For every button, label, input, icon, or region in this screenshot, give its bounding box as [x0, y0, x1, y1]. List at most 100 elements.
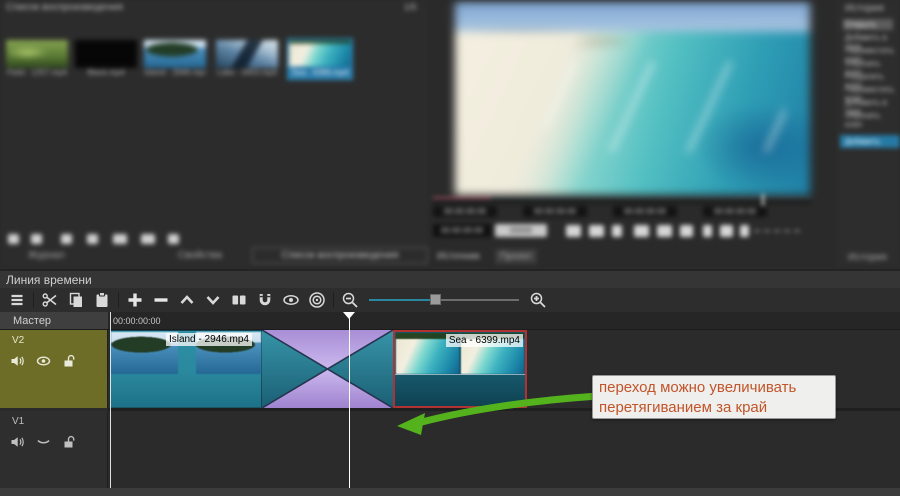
tab-properties[interactable]: Свойства [178, 250, 222, 261]
ripple-delete-button[interactable] [148, 289, 174, 311]
scissors-icon [41, 291, 59, 309]
timeline-start-line [110, 312, 111, 488]
hidden-eye-icon[interactable] [36, 435, 51, 449]
zoom-in-icon [529, 291, 547, 309]
paste-button[interactable] [89, 289, 115, 311]
overwrite-button[interactable] [200, 289, 226, 311]
annotation-line2: перетягиванием за край [599, 398, 829, 418]
mute-icon[interactable] [10, 435, 25, 449]
history-item-selected[interactable]: Добавить переход [840, 135, 900, 148]
play-button[interactable] [612, 225, 622, 237]
lock-open-icon[interactable] [62, 435, 77, 449]
thumb-divider [395, 374, 525, 375]
track-v1-lane[interactable] [108, 411, 900, 488]
split-button[interactable] [226, 289, 252, 311]
zoom-out-button[interactable] [337, 289, 363, 311]
transition-clip[interactable] [262, 330, 393, 408]
mute-icon[interactable] [10, 354, 25, 368]
eye-icon [282, 291, 300, 309]
chevron-up-icon [178, 291, 196, 309]
preview-panel: 00:00:00:00 00:00:00:00 00:00:00:00 00:0… [432, 0, 832, 267]
zoom-in-button[interactable] [525, 289, 551, 311]
minus-icon [152, 291, 170, 309]
clip-sea-selected[interactable]: Sea - 6399.mp4 [393, 330, 527, 408]
track-name: V2 [0, 330, 107, 346]
timeline-toolbar [0, 288, 900, 312]
lift-button[interactable] [174, 289, 200, 311]
clip-island[interactable]: Island - 2946.mp4 [110, 330, 262, 408]
playlist-thumb-field[interactable] [6, 40, 68, 68]
tab-history[interactable]: История [848, 252, 887, 263]
playlist-menu-icon[interactable] [168, 234, 179, 244]
playlist-view-icons-icon[interactable] [141, 234, 155, 244]
step-back-button[interactable] [589, 225, 604, 237]
zoom-out-icon [341, 291, 359, 309]
track-header-v1[interactable]: V1 [0, 411, 108, 488]
ripple-markers-button[interactable] [304, 289, 330, 311]
copy-icon [67, 291, 85, 309]
timeline-panel: Линия времени [0, 267, 900, 496]
timecode-out: 00:00:00:00 [703, 206, 767, 217]
step-forward-button[interactable] [634, 225, 649, 237]
hide-icon[interactable] [36, 354, 51, 368]
playlist-view-details-icon[interactable] [87, 234, 98, 244]
track-header-master[interactable]: Мастер [0, 312, 108, 330]
shotcut-window: Список воспроизведения 1/5 Field - 1257.… [0, 0, 900, 496]
history-item[interactable]: Обрезать клип [845, 111, 899, 129]
position-field[interactable]: 00:00:00:00 [433, 224, 491, 237]
annotation-callout: переход можно увеличивать перетягиванием… [592, 375, 836, 419]
video-preview [455, 2, 810, 195]
top-docks-blurred: Список воспроизведения 1/5 Field - 1257.… [0, 0, 900, 267]
playlist-counter: 1/5 [404, 2, 417, 12]
append-button[interactable] [122, 289, 148, 311]
playlist-thumb-label: Field - 1257.mp4 [6, 68, 68, 77]
playlist-update-icon[interactable] [61, 234, 72, 244]
tab-source[interactable]: Источник [437, 251, 480, 262]
timeline-menu-button[interactable] [4, 289, 30, 311]
copy-button[interactable] [63, 289, 89, 311]
skip-end-button[interactable] [657, 225, 672, 237]
snap-button[interactable] [252, 289, 278, 311]
playlist-thumb-black[interactable] [75, 40, 137, 68]
clip-label: Sea - 6399.mp4 [446, 334, 523, 347]
out-point-button[interactable] [740, 225, 749, 237]
track-header-v2[interactable]: V2 [0, 330, 108, 408]
frame-spinner[interactable]: 00000 [495, 224, 547, 237]
ruler-timecode: 00:00:00:00 [108, 316, 161, 326]
tab-playlist-selected[interactable]: Список воспроизведения [252, 247, 428, 264]
target-icon [308, 291, 326, 309]
playlist-add-icon[interactable] [8, 234, 19, 244]
playlist-thumb-island[interactable] [144, 40, 206, 68]
playhead[interactable] [349, 312, 350, 488]
skip-start-button[interactable] [566, 225, 581, 237]
cut-button[interactable] [37, 289, 63, 311]
volume-slider[interactable] [754, 230, 800, 232]
mute-button[interactable] [720, 225, 733, 237]
playlist-thumb-lake[interactable] [216, 40, 278, 68]
clip-label: Island - 2946.mp4 [166, 333, 252, 346]
timecode-in: 00:00:00:00 [613, 206, 677, 217]
paste-icon [93, 291, 111, 309]
playlist-remove-icon[interactable] [31, 234, 42, 244]
zoom-slider-handle[interactable] [430, 294, 441, 305]
tab-log[interactable]: Журнал [28, 250, 65, 261]
timeline-zoom-slider[interactable] [369, 289, 519, 311]
annotation-line1: переход можно увеличивать [599, 378, 829, 398]
history-panel: История Открыть файл Добавить в трек Пер… [836, 0, 900, 267]
timecode-total: 00:00:00:00 [523, 206, 587, 217]
in-point-button[interactable] [703, 225, 712, 237]
split-icon [230, 291, 248, 309]
history-item[interactable]: Открыть файл [843, 19, 893, 30]
playlist-thumb-sea-selected[interactable]: Sea - 6399.mp4 [287, 38, 353, 80]
timeline-ruler[interactable]: 00:00:00:00 [108, 312, 900, 330]
tab-project[interactable]: Проект [495, 249, 537, 264]
magnet-icon [256, 291, 274, 309]
loop-button[interactable] [680, 225, 693, 237]
playlist-view-tiles-icon[interactable] [113, 234, 127, 244]
preview-scrub-bar[interactable] [433, 197, 811, 204]
scrub-while-dragging-button[interactable] [278, 289, 304, 311]
lock-open-icon[interactable] [62, 354, 77, 368]
timeline-scrollbar[interactable] [0, 488, 900, 496]
playhead-handle[interactable] [343, 312, 355, 319]
sea-thumbnail-image [289, 40, 351, 67]
